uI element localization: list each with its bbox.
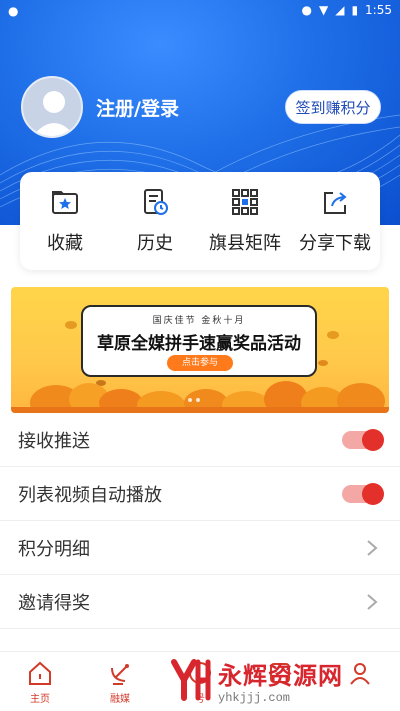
banner-title: 草原全媒拼手速赢奖品活动 [97, 334, 301, 354]
quick-action-share-download[interactable]: 分享下载 [291, 187, 379, 255]
setting-label: 列表视频自动播放 [18, 484, 162, 506]
quick-action-county-matrix[interactable]: 旗县矩阵 [201, 187, 289, 255]
tab-home[interactable]: 主页 [0, 652, 80, 711]
tab-fourth[interactable] [240, 652, 320, 711]
push-toggle[interactable] [342, 429, 384, 451]
chevron-right-icon [367, 594, 378, 610]
quick-action-history[interactable]: 历史 [111, 187, 199, 255]
tab-label: 主页 [30, 694, 50, 705]
bottom-tab-bar: 主页 融媒 号 [0, 651, 400, 711]
folder-star-icon [52, 191, 78, 214]
profile-icon [350, 663, 370, 685]
quick-action-label: 历史 [137, 233, 173, 254]
tab-label: 融媒 [110, 694, 130, 705]
share-icon [324, 192, 347, 214]
autoplay-toggle[interactable] [342, 483, 384, 505]
setting-label: 积分明细 [18, 538, 90, 560]
setting-row-points-detail[interactable]: 积分明细 [0, 521, 400, 575]
satellite-icon [111, 664, 129, 685]
battery-icon: ▮ [351, 3, 359, 17]
quick-action-favorites[interactable]: 收藏 [21, 187, 109, 255]
tab-profile[interactable] [320, 652, 400, 711]
quick-action-label: 收藏 [47, 233, 83, 254]
toggle-knob [362, 483, 384, 505]
home-icon [29, 661, 51, 685]
tab-icon [270, 663, 290, 683]
setting-row-invite[interactable]: 邀请得奖 [0, 575, 400, 629]
chevron-right-icon [367, 540, 378, 556]
promo-banner[interactable]: 国庆佳节 金秋十月 草原全媒拼手速赢奖品活动 点击参与 [11, 287, 389, 413]
quick-actions-card: 收藏 历史 旗县矩阵 分享下载 [20, 172, 380, 270]
tab-account[interactable]: 号 [160, 652, 240, 711]
history-doc-icon [144, 189, 168, 215]
setting-label: 邀请得奖 [18, 592, 90, 614]
tab-label: 号 [195, 694, 205, 705]
banner-subtitle: 国庆佳节 金秋十月 [152, 316, 246, 326]
quick-action-label: 分享下载 [299, 233, 371, 254]
account-icon [189, 662, 211, 684]
profile-page: ● ● ▼ ◢ ▮ 1:55 注册/登录 签到赚积分 收藏 历史 旗县矩阵 分享… [0, 0, 400, 711]
pagination-dot [188, 398, 192, 402]
signin-earn-points-button[interactable]: 签到赚积分 [285, 90, 381, 124]
avatar[interactable] [21, 76, 83, 138]
location-icon: ● [301, 3, 312, 17]
setting-row-autoplay: 列表视频自动播放 [0, 467, 400, 521]
quick-action-label: 旗县矩阵 [209, 233, 281, 254]
setting-row-push: 接收推送 [0, 413, 400, 467]
banner-pagination [188, 398, 200, 402]
grid-matrix-icon [232, 189, 258, 215]
settings-list: 接收推送 列表视频自动播放 积分明细 邀请得奖 [0, 413, 400, 629]
status-time: 1:55 [365, 3, 392, 17]
setting-label: 接收推送 [18, 430, 90, 452]
status-bar: ● ● ▼ ◢ ▮ 1:55 [0, 0, 400, 24]
login-link[interactable]: 注册/登录 [96, 94, 179, 121]
status-logo: ● [8, 4, 19, 18]
tab-media[interactable]: 融媒 [80, 652, 160, 711]
toggle-knob [362, 429, 384, 451]
autumn-trees-illustration [11, 381, 389, 413]
wifi-icon: ▼ [318, 3, 329, 17]
signal-icon: ◢ [335, 3, 345, 17]
pagination-dot [196, 398, 200, 402]
